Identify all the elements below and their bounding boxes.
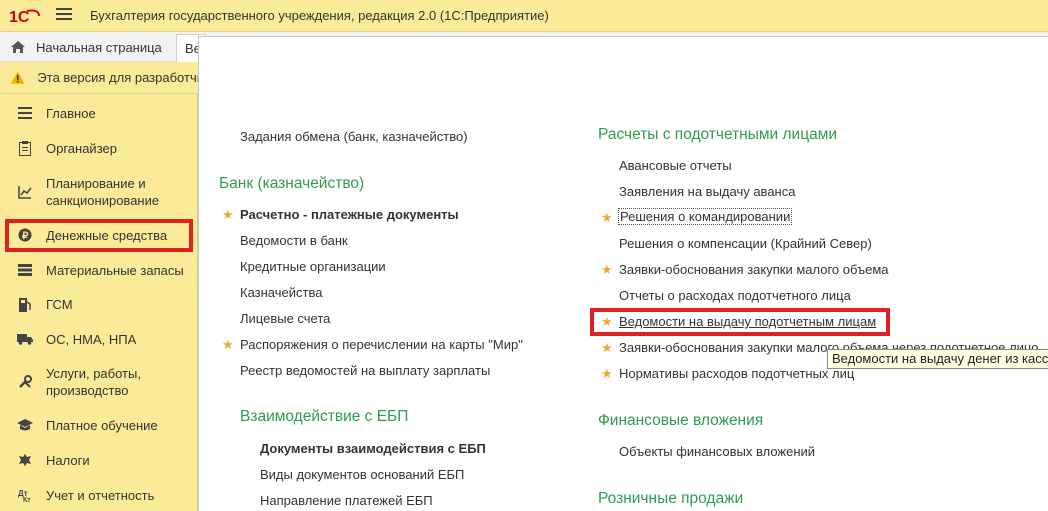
link-treasuries[interactable]: Казначейства bbox=[240, 285, 322, 300]
sections-sidebar: Главное Органайзер Планирование и санкци… bbox=[0, 94, 198, 511]
favorite-star-icon[interactable]: ★ bbox=[222, 207, 234, 223]
link-north-compensation[interactable]: Решения о компенсации (Крайний Север) bbox=[619, 236, 872, 251]
main-menu-icon[interactable] bbox=[56, 8, 72, 24]
sidebar-item-main[interactable]: Главное bbox=[0, 103, 198, 123]
section-financial-title: Финансовые вложения bbox=[598, 412, 764, 429]
sidebar-item-label: ОС, НМА, НПА bbox=[46, 331, 137, 347]
window-title: Бухгалтерия государственного учреждения,… bbox=[90, 8, 549, 23]
svg-text:Кт: Кт bbox=[23, 497, 31, 502]
link-bank-statements[interactable]: Ведомости в банк bbox=[240, 233, 348, 248]
section-ebp-title: Взаимодействие с ЕБП bbox=[240, 408, 409, 425]
link-advance-applications[interactable]: Заявления на выдачу аванса bbox=[619, 184, 795, 199]
link-advance-reports[interactable]: Авансовые отчеты bbox=[619, 158, 732, 173]
sidebar-item-label: Налоги bbox=[46, 452, 90, 468]
home-icon bbox=[11, 41, 25, 53]
link-credit-organizations[interactable]: Кредитные организации bbox=[240, 259, 386, 274]
favorite-star-icon[interactable]: ★ bbox=[601, 340, 613, 356]
sidebar-item-inventory[interactable]: Материальные запасы bbox=[0, 260, 198, 280]
warning-text: Эта версия для разработчи bbox=[37, 70, 198, 85]
warning-icon bbox=[10, 71, 25, 84]
sidebar-item-label: Материальные запасы bbox=[46, 262, 184, 278]
link-business-trip-decisions[interactable]: Решения о командировании bbox=[618, 208, 793, 225]
chart-icon bbox=[17, 184, 33, 200]
link-personal-accounts[interactable]: Лицевые счета bbox=[240, 311, 330, 326]
sidebar-item-label: Услуги, работы, производство bbox=[46, 366, 141, 398]
link-exchange-tasks[interactable]: Задания обмена (банк, казначейство) bbox=[240, 129, 468, 144]
link-ebp-basis-types[interactable]: Виды документов оснований ЕБП bbox=[260, 467, 464, 482]
clipboard-icon bbox=[17, 140, 33, 156]
section-bank-title: Банк (казначейство) bbox=[219, 175, 365, 192]
tab-home-label: Начальная страница bbox=[36, 39, 162, 55]
tab-home[interactable]: Начальная страница bbox=[0, 32, 172, 62]
sidebar-item-label: Органайзер bbox=[46, 140, 117, 156]
sidebar-item-planning[interactable]: Планирование и санкционирование bbox=[0, 174, 198, 210]
truck-icon bbox=[17, 331, 33, 347]
link-small-purchase-requests[interactable]: Заявки-обоснования закупки малого объема bbox=[619, 262, 889, 277]
link-ebp-documents[interactable]: Документы взаимодействия с ЕБП bbox=[260, 441, 486, 456]
link-highlight-frame bbox=[590, 308, 890, 336]
sidebar-item-taxes[interactable]: Налоги bbox=[0, 450, 198, 470]
menu-lines-icon bbox=[17, 105, 33, 121]
emblem-icon bbox=[17, 452, 33, 468]
accounting-icon: Дт Кт bbox=[17, 487, 33, 503]
sidebar-item-accounting[interactable]: Дт Кт Учет и отчетность bbox=[0, 485, 198, 505]
graduation-cap-icon bbox=[17, 417, 33, 433]
svg-text:1C: 1C bbox=[9, 9, 30, 25]
section-accountable-title: Расчеты с подотчетными лицами bbox=[598, 126, 838, 143]
sidebar-item-fuel[interactable]: ГСМ bbox=[0, 294, 198, 314]
tools-icon bbox=[17, 374, 33, 390]
link-mir-card-orders[interactable]: Распоряжения о перечислении на карты "Ми… bbox=[240, 337, 523, 352]
favorite-star-icon[interactable]: ★ bbox=[601, 262, 613, 278]
link-financial-investment-objects[interactable]: Объекты финансовых вложений bbox=[619, 444, 815, 459]
sidebar-item-fixed-assets[interactable]: ОС, НМА, НПА bbox=[0, 329, 198, 349]
stack-icon bbox=[17, 262, 33, 278]
link-payment-documents[interactable]: Расчетно - платежные документы bbox=[240, 207, 459, 222]
sidebar-item-label: Главное bbox=[46, 105, 96, 121]
favorite-star-icon[interactable]: ★ bbox=[601, 210, 613, 226]
sidebar-item-label: Платное обучение bbox=[46, 417, 158, 433]
link-ebp-payment-direction[interactable]: Направление платежей ЕБП bbox=[260, 493, 433, 508]
sidebar-highlight-frame bbox=[5, 219, 193, 252]
sidebar-item-organizer[interactable]: Органайзер bbox=[0, 138, 198, 158]
sidebar-item-services[interactable]: Услуги, работы, производство bbox=[0, 364, 198, 400]
sidebar-item-label: ГСМ bbox=[46, 296, 73, 312]
sidebar-item-paid-education[interactable]: Платное обучение bbox=[0, 415, 198, 435]
favorite-star-icon[interactable]: ★ bbox=[222, 337, 234, 353]
sidebar-item-label: Учет и отчетность bbox=[46, 487, 155, 503]
section-retail-title: Розничные продажи bbox=[598, 490, 744, 507]
link-salary-registry[interactable]: Реестр ведомостей на выплату зарплаты bbox=[240, 363, 490, 378]
1c-logo-icon: 1C bbox=[9, 9, 40, 25]
favorite-star-icon[interactable]: ★ bbox=[601, 366, 613, 382]
hover-tooltip: Ведомости на выдачу денег из касс bbox=[827, 349, 1048, 369]
link-accountable-expense-norms[interactable]: Нормативы расходов подотчетных лиц bbox=[619, 366, 854, 381]
developer-version-warning: Эта версия для разработчи bbox=[0, 62, 198, 94]
title-bar: 1C Бухгалтерия государственного учрежден… bbox=[0, 0, 1048, 32]
fuel-icon bbox=[17, 296, 33, 312]
link-accountable-expense-reports[interactable]: Отчеты о расходах подотчетного лица bbox=[619, 288, 851, 303]
sidebar-item-label: Планирование и санкционирование bbox=[46, 176, 160, 208]
